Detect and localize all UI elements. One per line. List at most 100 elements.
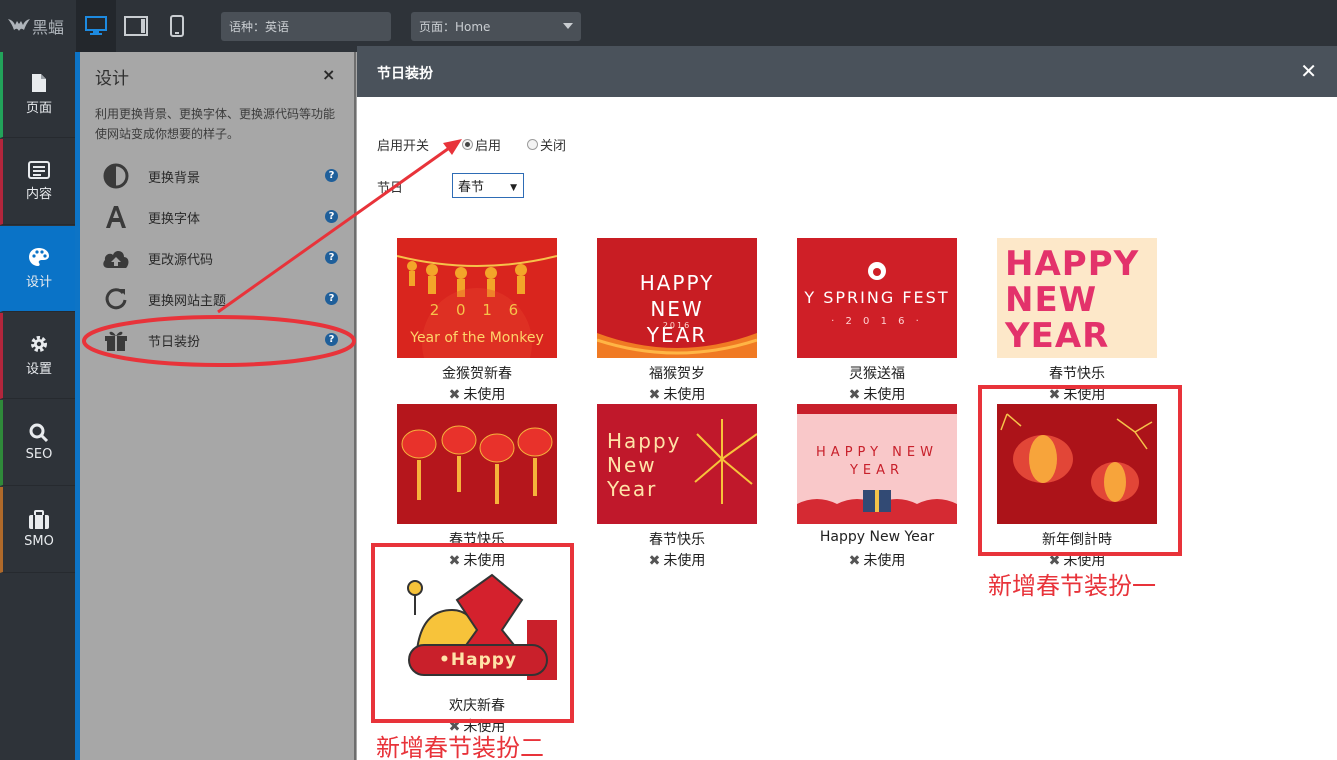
menu-change-source[interactable]: 更改源代码 ? [98, 242, 338, 274]
help-icon[interactable]: ? [325, 292, 338, 305]
page-icon [32, 74, 46, 92]
menu-change-theme[interactable]: 更换网站主题 ? [98, 283, 338, 315]
nav-item-content[interactable]: 内容 [0, 139, 75, 225]
radio-enable-label: 启用 [475, 139, 502, 154]
menu-label: 更改源代码 [148, 252, 214, 268]
design-panel: 设计 × 利用更换背景、更换字体、更换源代码等功能使网站变成你想要的样子。 更换… [80, 52, 356, 760]
status-text: 未使用 [663, 387, 706, 403]
highlight-box-new-decor-2 [371, 543, 574, 723]
nav-item-label: SMO [24, 534, 54, 549]
nav-item-smo[interactable]: SMO [0, 487, 75, 573]
language-select[interactable]: 语种：英语 [221, 12, 391, 41]
menu-change-background[interactable]: 更换背景 ? [98, 160, 338, 192]
enable-label: 启用开关 [377, 139, 430, 154]
status-text: 未使用 [863, 553, 906, 569]
decor-status[interactable]: ✖ 未使用 [797, 384, 957, 404]
nav-item-seo[interactable]: SEO [0, 400, 75, 486]
search-icon [29, 423, 49, 443]
thumb-year: 2 0 1 6 [429, 301, 525, 319]
decor-status[interactable]: ✖ 未使用 [597, 384, 757, 404]
chevron-down-icon [563, 23, 573, 29]
desktop-icon [85, 16, 107, 35]
festival-label: 节日 [377, 181, 404, 196]
nav-item-settings[interactable]: 设置 [0, 313, 75, 399]
nav-item-label: SEO [25, 447, 53, 462]
status-text: 未使用 [863, 387, 906, 403]
thumb-caption: Happy New Year [607, 429, 682, 501]
desktop-view-button[interactable] [76, 0, 116, 52]
decor-thumbnail[interactable]: HAPPY NEW YEAR 2016 [597, 238, 757, 358]
thumb-caption: HAPPY NEW YEAR [816, 445, 938, 478]
font-icon [98, 204, 134, 230]
radio-disable-label: 关闭 [540, 139, 567, 154]
close-icon[interactable]: ✕ [1300, 59, 1317, 83]
highlight-box-new-decor-1 [978, 385, 1182, 556]
palette-icon [29, 248, 49, 266]
decor-name: 春节快乐 [1049, 366, 1105, 382]
decor-thumbnail[interactable]: HAPPY NEW YEAR [797, 404, 957, 524]
panel-close-button[interactable]: × [322, 65, 335, 84]
caret-down-icon: ▼ [510, 183, 517, 193]
tablet-icon [124, 16, 148, 36]
briefcase-icon [29, 510, 49, 529]
x-icon: ✖ [848, 553, 861, 569]
decor-name: 春节快乐 [649, 532, 705, 548]
tablet-view-button[interactable] [116, 0, 156, 52]
menu-label: 节日装扮 [148, 334, 201, 350]
gift-icon [98, 328, 134, 352]
decor-thumbnail[interactable]: 2 0 1 6 Year of the Monkey [397, 238, 557, 358]
help-icon[interactable]: ? [325, 210, 338, 223]
nav-item-label: 页面 [25, 101, 52, 116]
cloud-upload-icon [98, 246, 134, 270]
help-icon[interactable]: ? [325, 333, 338, 346]
mobile-view-button[interactable] [157, 0, 197, 52]
radio-enable[interactable]: 启用 [462, 135, 501, 154]
nav-item-label: 设置 [25, 362, 52, 377]
x-icon: ✖ [848, 387, 861, 403]
decor-name: Happy New Year [819, 529, 935, 545]
radio-dot[interactable] [527, 139, 538, 150]
decor-status[interactable]: ✖ 未使用 [397, 384, 557, 404]
decor-thumbnail[interactable]: Y SPRING FEST · 2 0 1 6 · [797, 238, 957, 358]
nav-item-label: 内容 [25, 187, 52, 202]
decor-status[interactable]: ✖ 未使用 [797, 550, 957, 570]
radio-disable[interactable]: 关闭 [527, 135, 566, 154]
page-select[interactable]: 页面：Home [411, 12, 581, 41]
status-text: 未使用 [663, 553, 706, 569]
language-select-value: 语种：英语 [229, 20, 290, 34]
festival-select-value: 春节 [458, 180, 485, 195]
help-icon[interactable]: ? [325, 251, 338, 264]
festival-select[interactable]: 春节 ▼ [452, 173, 524, 198]
content-icon [28, 161, 50, 179]
decor-thumbnail[interactable] [397, 404, 557, 524]
thumb-year: 2016 [662, 321, 692, 330]
nav-item-design[interactable]: 设计 [0, 226, 75, 312]
panel-description: 利用更换背景、更换字体、更换源代码等功能使网站变成你想要的样子。 [95, 107, 336, 141]
nav-item-page[interactable]: 页面 [0, 52, 75, 138]
thumb-caption: Y SPRING FEST [804, 288, 950, 307]
panel-title: 设计 [95, 69, 129, 89]
menu-change-font[interactable]: 更换字体 ? [98, 201, 338, 233]
x-icon: ✖ [648, 387, 661, 403]
x-icon: ✖ [648, 553, 661, 569]
nav-item-label: 设计 [25, 275, 52, 290]
dialog-header: 节日装扮 ✕ [357, 46, 1337, 97]
menu-label: 更换字体 [148, 211, 201, 227]
help-icon[interactable]: ? [325, 169, 338, 182]
menu-holiday-decor[interactable]: 节日装扮 ? [98, 324, 338, 356]
decor-name: 福猴贺岁 [649, 366, 705, 382]
page-select-value: 页面：Home [419, 20, 491, 34]
decor-status[interactable]: ✖ 未使用 [597, 550, 757, 570]
decor-name: 灵猴送福 [849, 366, 905, 382]
menu-label: 更换背景 [148, 170, 201, 186]
logo-text: 黑蝠 [32, 18, 65, 37]
decor-name: 金猴贺新春 [442, 366, 512, 382]
radio-dot-selected[interactable] [462, 139, 473, 150]
gear-icon [31, 336, 47, 352]
decor-thumbnail[interactable]: Happy New Year [597, 404, 757, 524]
thumb-caption: HAPPY NEW YEAR [639, 271, 715, 347]
menu-label: 更换网站主题 [148, 293, 227, 309]
logo[interactable]: 黑蝠 [8, 14, 70, 38]
decor-thumbnail[interactable]: HAPPY NEW YEAR [997, 238, 1157, 358]
left-nav: 页面 内容 设计 设置 SEO SMO [0, 52, 75, 760]
